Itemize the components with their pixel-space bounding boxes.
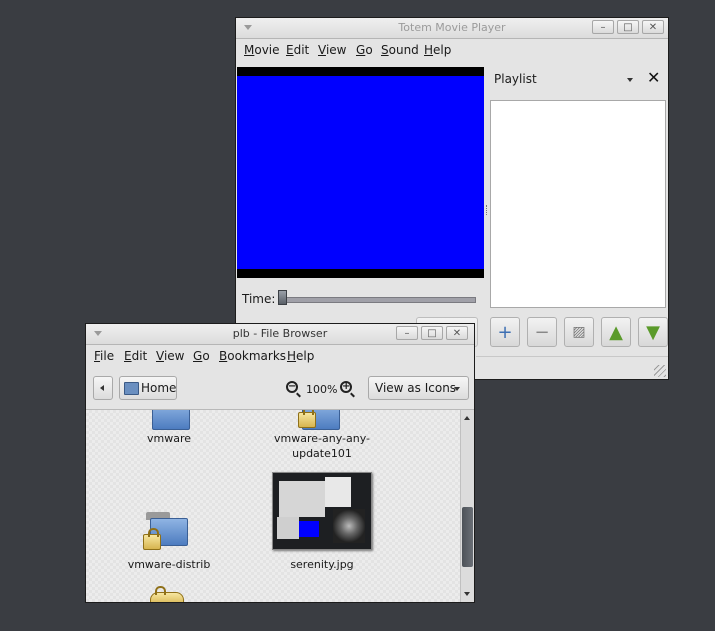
fb-titlebar[interactable]: plb - File Browser – □ ✕ <box>86 324 474 345</box>
menu-view[interactable]: View <box>156 349 184 363</box>
item-label-line1: vmware-any-any- <box>274 432 370 445</box>
item-label-line2: update101 <box>292 447 352 460</box>
time-label: Time: <box>242 292 276 306</box>
remove-icon: − <box>534 321 550 343</box>
resize-grip-icon[interactable] <box>654 365 666 377</box>
menu-edit[interactable]: Edit <box>124 349 147 363</box>
move-down-button[interactable]: ▼ <box>638 317 668 347</box>
home-icon <box>124 382 139 395</box>
fb-toolbar: Home − 100% + View as Icons <box>86 369 474 410</box>
locked-folder-icon[interactable] <box>298 410 342 430</box>
back-button[interactable] <box>93 376 113 400</box>
scroll-down-icon[interactable] <box>464 592 470 596</box>
menu-file[interactable]: File <box>94 349 114 363</box>
add-icon: + <box>497 321 513 343</box>
item-vmware-label[interactable]: vmware <box>116 431 222 446</box>
time-slider[interactable] <box>282 297 476 303</box>
view-mode-label: View as Icons <box>375 381 457 395</box>
chevron-down-icon <box>454 387 460 391</box>
remove-button[interactable]: − <box>527 317 557 347</box>
save-icon: ▨ <box>572 324 586 340</box>
menu-sound[interactable]: Sound <box>381 43 419 57</box>
menu-movie[interactable]: Movie <box>244 43 280 57</box>
zoom-in-icon[interactable]: + <box>340 381 352 393</box>
fb-menubar: File Edit View Go Bookmarks Help <box>86 344 474 368</box>
close-button[interactable]: ✕ <box>446 326 468 340</box>
totem-menubar: Movie Edit View Go Sound Help <box>236 38 668 62</box>
menu-help[interactable]: Help <box>424 43 451 57</box>
minimize-icon: – <box>600 21 606 33</box>
lock-icon <box>150 586 184 602</box>
item-vmware-distrib-label[interactable]: vmware-distrib <box>116 557 222 572</box>
maximize-icon: □ <box>427 327 437 339</box>
locked-folder-icon[interactable] <box>143 512 190 550</box>
scroll-up-icon[interactable] <box>464 416 470 420</box>
view-mode-select[interactable]: View as Icons <box>368 376 469 400</box>
up-icon: ▲ <box>609 321 623 343</box>
time-slider-thumb[interactable] <box>278 290 287 305</box>
add-button[interactable]: + <box>490 317 520 347</box>
home-button[interactable]: Home <box>119 376 177 400</box>
item-serenity-label[interactable]: serenity.jpg <box>262 557 382 572</box>
vertical-scrollbar[interactable] <box>460 410 474 602</box>
menu-view[interactable]: View <box>318 43 346 57</box>
move-up-button[interactable]: ▲ <box>601 317 631 347</box>
menu-go[interactable]: Go <box>356 43 373 57</box>
close-icon: ✕ <box>452 327 462 339</box>
menu-bookmarks[interactable]: Bookmarks <box>219 349 286 363</box>
chevron-down-icon[interactable] <box>627 78 633 82</box>
playlist-list[interactable] <box>490 100 666 308</box>
minimize-icon: – <box>404 327 410 339</box>
minimize-button[interactable]: – <box>396 326 418 340</box>
menu-edit[interactable]: Edit <box>286 43 309 57</box>
menu-go[interactable]: Go <box>193 349 210 363</box>
save-button[interactable]: ▨ <box>564 317 594 347</box>
file-browser-window: plb - File Browser – □ ✕ File Edit View … <box>85 323 475 603</box>
totem-titlebar[interactable]: Totem Movie Player – □ ✕ <box>236 18 668 39</box>
folder-icon[interactable] <box>148 410 192 430</box>
close-icon: ✕ <box>648 21 658 33</box>
close-sidebar-icon[interactable]: ✕ <box>647 68 660 87</box>
lock-icon <box>298 410 316 428</box>
statusbar <box>476 356 668 379</box>
scrollbar-thumb[interactable] <box>462 507 473 567</box>
menu-help[interactable]: Help <box>287 349 314 363</box>
close-button[interactable]: ✕ <box>642 20 664 34</box>
maximize-button[interactable]: □ <box>617 20 639 34</box>
maximize-button[interactable]: □ <box>421 326 443 340</box>
video-area[interactable] <box>237 67 484 278</box>
maximize-icon: □ <box>623 21 633 33</box>
home-label: Home <box>141 381 177 395</box>
image-thumbnail[interactable] <box>272 472 372 550</box>
minimize-button[interactable]: – <box>592 20 614 34</box>
item-vmware-any-any-label[interactable]: vmware-any-any- update101 <box>262 431 382 461</box>
playlist-label[interactable]: Playlist <box>494 72 537 86</box>
lock-icon <box>143 528 161 550</box>
pane-resize-handle[interactable] <box>486 205 489 215</box>
zoom-out-icon[interactable]: − <box>286 381 298 393</box>
icon-view[interactable]: vmware vmware-any-any- update101 vmware-… <box>86 410 460 602</box>
down-icon: ▼ <box>646 321 660 343</box>
zoom-level[interactable]: 100% <box>306 383 337 396</box>
